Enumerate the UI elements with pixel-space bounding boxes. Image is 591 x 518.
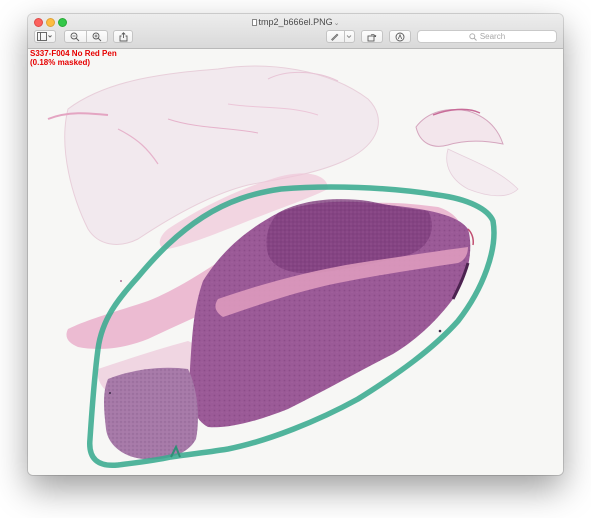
search-placeholder: Search [479,32,506,41]
preview-window: tmp2_b666el.PNG⌄ Search S337-F004 No Red… [28,14,563,475]
rotate-button[interactable] [361,30,383,43]
zoom-out-button[interactable] [65,31,86,42]
mask-label: S337-F004 No Red Pen (0.18% masked) [30,49,117,67]
title-bar: tmp2_b666el.PNG⌄ Search [28,14,563,49]
rotate-icon [367,33,377,41]
search-icon [469,32,477,41]
mask-label-line2: (0.18% masked) [30,58,91,67]
window-title-text: tmp2_b666el.PNG [258,17,333,27]
mask-label-line1: S337-F004 No Red Pen [30,49,117,58]
document-icon [251,19,257,26]
zoom-in-button[interactable] [85,31,107,42]
chevron-down-icon [347,35,352,39]
pen-button[interactable] [327,31,344,42]
pen-menu-button[interactable] [343,31,354,42]
zoom-out-icon [71,32,80,41]
share-icon [119,31,127,41]
sidebar-icon [37,32,52,41]
window-title[interactable]: tmp2_b666el.PNG⌄ [28,17,563,27]
markup-icon [395,32,405,41]
zoom-in-icon [92,32,102,41]
pen-icon [331,33,339,41]
sidebar-button[interactable] [34,30,56,43]
search-field[interactable]: Search [417,30,557,43]
histology-slide-image [47,65,519,469]
annotate-button[interactable] [389,30,411,43]
markup-pen-control[interactable] [326,30,355,43]
image-view[interactable]: S337-F004 No Red Pen (0.18% masked) [28,49,563,475]
chevron-down-icon: ⌄ [333,20,340,27]
share-button[interactable] [113,30,133,43]
zoom-control [64,30,108,43]
